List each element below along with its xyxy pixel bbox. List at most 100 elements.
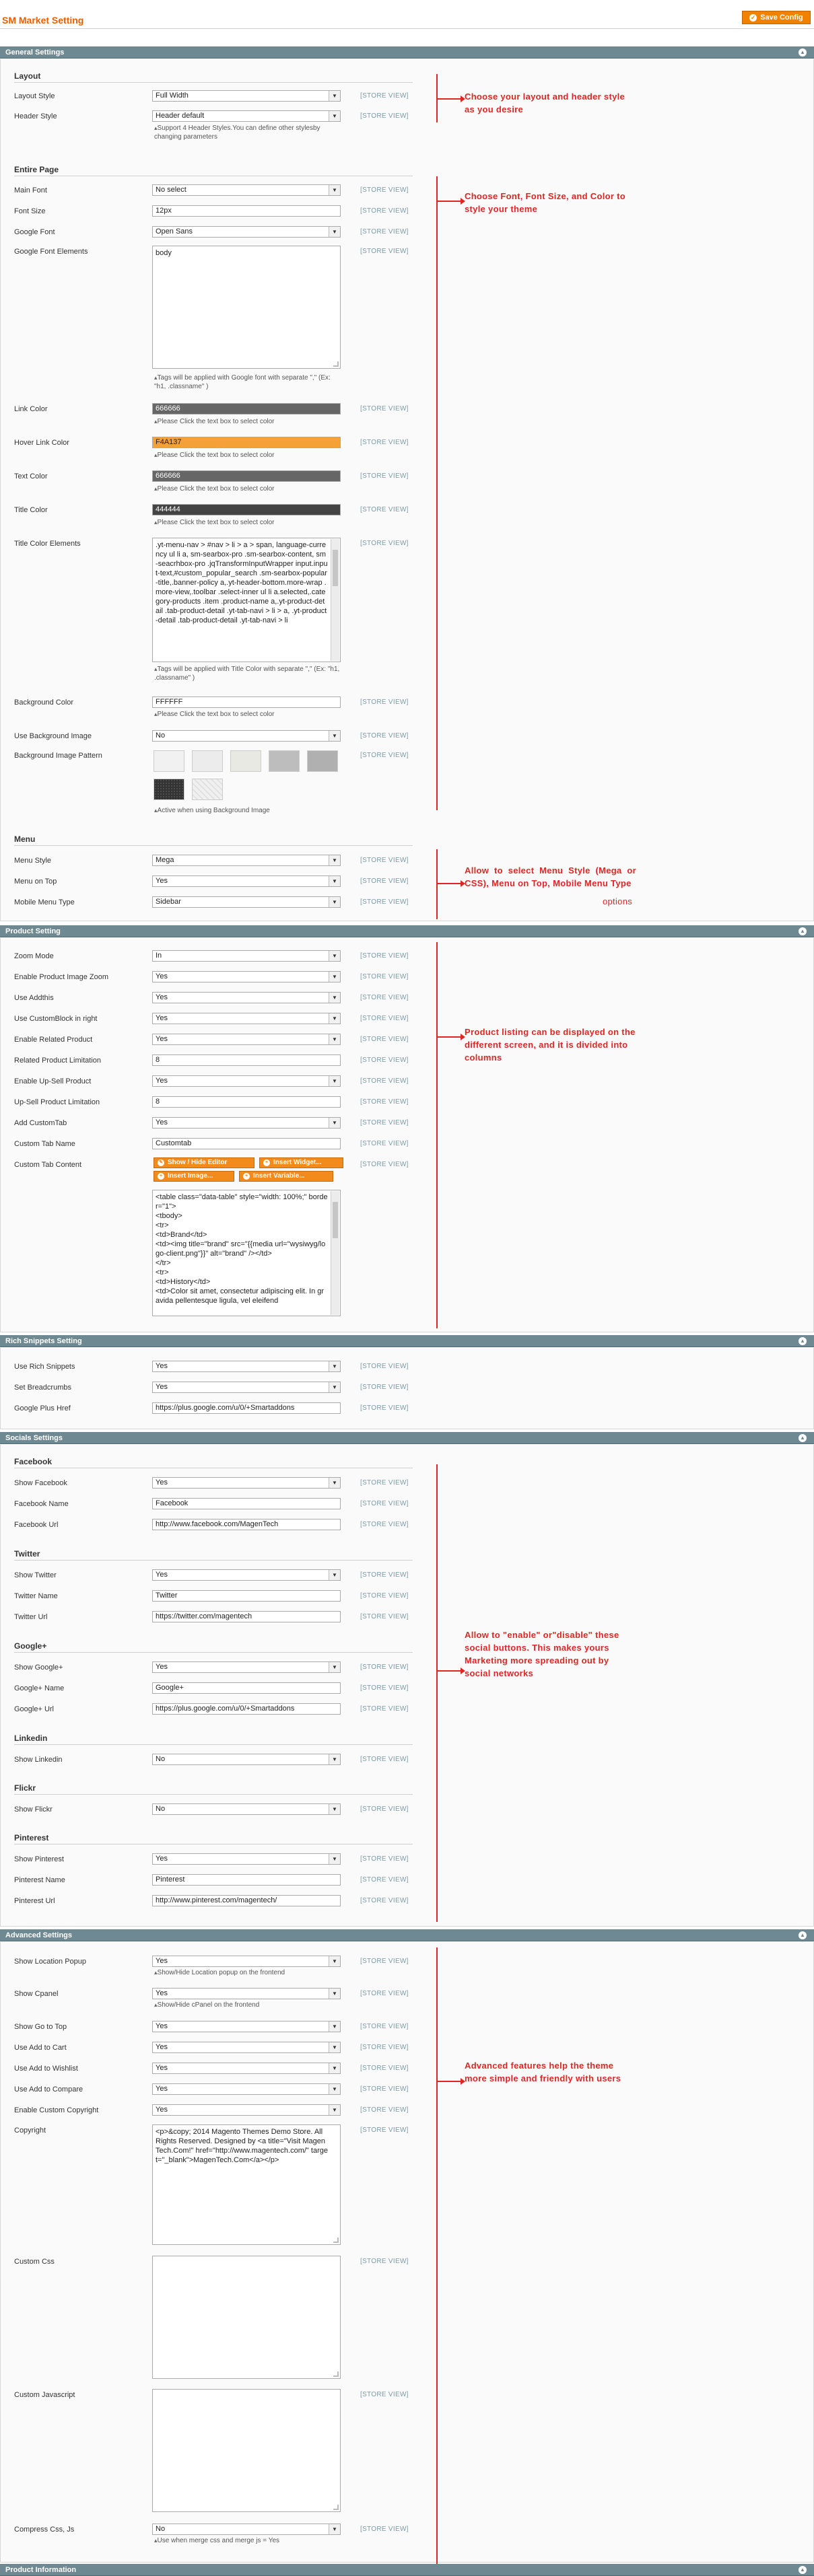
link-color-input[interactable]: 666666 (152, 403, 341, 415)
section-advanced-body (0, 1942, 814, 2563)
show-facebook-select[interactable]: Yes ▼ (152, 1477, 341, 1489)
pattern-swatch[interactable] (192, 779, 223, 800)
header-style-select[interactable]: Header default ▼ (152, 110, 341, 122)
pinterest-url-label: Pinterest Url (14, 1897, 55, 1905)
related-product-select[interactable]: Yes ▼ (152, 1034, 341, 1045)
section-socials-header[interactable]: Socials Settings ▲ (0, 1432, 814, 1444)
custom-block-select[interactable]: Yes ▼ (152, 1013, 341, 1024)
insert-variable-button[interactable]: + Insert Variable... (239, 1171, 333, 1182)
google-font-elements-textarea[interactable]: body (152, 246, 341, 369)
menu-style-label: Menu Style (14, 857, 52, 865)
layout-style-select[interactable]: Full Width ▼ (152, 90, 341, 102)
facebook-url-input[interactable]: http://www.facebook.com/MagenTech (152, 1519, 341, 1530)
pattern-swatch[interactable] (307, 750, 338, 772)
main-font-select[interactable]: No select ▼ (152, 184, 341, 196)
custom-copyright-select[interactable]: Yes ▼ (152, 2104, 341, 2116)
custom-css-textarea[interactable] (152, 2256, 341, 2379)
pattern-swatch[interactable] (154, 779, 184, 800)
insert-widget-button[interactable]: + Insert Widget... (259, 1157, 343, 1168)
googleplus-url-input[interactable]: https://plus.google.com/u/0/+Smartaddons (152, 1703, 341, 1715)
section-rich-header[interactable]: Rich Snippets Setting ▲ (0, 1335, 814, 1347)
annotation-line (436, 942, 438, 1328)
resize-grip[interactable] (333, 2371, 339, 2377)
mobile-menu-type-select[interactable]: Sidebar ▼ (152, 896, 341, 908)
section-product-header[interactable]: Product Setting ▲ (0, 925, 814, 937)
collapse-icon[interactable]: ▲ (799, 1434, 807, 1442)
twitter-url-input[interactable]: https://twitter.com/magentech (152, 1611, 341, 1622)
use-background-image-select[interactable]: No ▼ (152, 730, 341, 742)
show-twitter-select[interactable]: Yes ▼ (152, 1569, 341, 1581)
googleplus-name-input[interactable]: Google+ (152, 1682, 341, 1694)
hover-link-color-input[interactable]: F4A137 (152, 437, 341, 448)
collapse-icon[interactable]: ▲ (799, 927, 807, 935)
save-config-button[interactable]: ✓ Save Config (742, 11, 811, 24)
collapse-icon[interactable]: ▲ (799, 48, 807, 57)
show-googleplus-select[interactable]: Yes ▼ (152, 1661, 341, 1673)
pinterest-name-input[interactable]: Pinterest (152, 1874, 341, 1886)
show-pinterest-select[interactable]: Yes ▼ (152, 1853, 341, 1865)
add-customtab-select[interactable]: Yes ▼ (152, 1117, 341, 1129)
go-to-top-label: Show Go to Top (14, 2023, 67, 2031)
scrollbar[interactable] (331, 1191, 339, 1315)
font-size-input[interactable]: 12px (152, 205, 341, 217)
scope-label: [STORE VIEW] (360, 1990, 409, 1997)
go-to-top-select[interactable]: Yes ▼ (152, 2021, 341, 2032)
pattern-swatch[interactable] (154, 750, 184, 772)
collapse-icon[interactable]: ▲ (799, 1931, 807, 1939)
twitter-name-input[interactable]: Twitter (152, 1590, 341, 1602)
upsell-select[interactable]: Yes ▼ (152, 1075, 341, 1087)
custom-tab-name-input[interactable]: Customtab (152, 1138, 341, 1149)
resize-grip[interactable] (333, 2505, 339, 2510)
show-linkedin-select[interactable]: No ▼ (152, 1754, 341, 1765)
zoom-mode-select[interactable]: In ▼ (152, 950, 341, 962)
google-font-select[interactable]: Open Sans ▼ (152, 226, 341, 238)
location-popup-select[interactable]: Yes ▼ (152, 1956, 341, 1967)
section-advanced-header[interactable]: Advanced Settings ▲ (0, 1929, 814, 1941)
title-color-input[interactable]: 444444 (152, 504, 341, 515)
rich-snippets-select[interactable]: Yes ▼ (152, 1361, 341, 1372)
scrollbar-thumb[interactable] (333, 1202, 338, 1238)
insert-image-button[interactable]: + Insert Image... (154, 1171, 234, 1182)
scope-label: [STORE VIEW] (360, 752, 409, 759)
collapse-icon[interactable]: ▲ (799, 2566, 807, 2574)
facebook-name-input[interactable]: Facebook (152, 1498, 341, 1509)
compress-select[interactable]: No ▼ (152, 2524, 341, 2535)
resize-grip[interactable] (333, 361, 339, 367)
section-general-header[interactable]: General Settings ▲ (0, 46, 814, 59)
menu-style-select[interactable]: Mega ▼ (152, 855, 341, 866)
related-limit-input[interactable]: 8 (152, 1054, 341, 1066)
chevron-down-icon: ▼ (329, 2042, 340, 2052)
pattern-swatch[interactable] (230, 750, 261, 772)
menu-on-top-select[interactable]: Yes ▼ (152, 875, 341, 887)
add-to-wishlist-select[interactable]: Yes ▼ (152, 2063, 341, 2074)
scope-label: [STORE VIEW] (360, 1404, 409, 1412)
pattern-swatch[interactable] (192, 750, 223, 772)
custom-tab-content-textarea[interactable]: <table class="data-table" style="width: … (152, 1190, 341, 1316)
show-hide-editor-button[interactable]: ✎ Show / Hide Editor (154, 1157, 255, 1168)
scope-label: [STORE VIEW] (360, 2085, 409, 2093)
scrollbar[interactable] (331, 539, 339, 661)
facebook-url-label: Facebook Url (14, 1521, 59, 1529)
cpanel-select[interactable]: Yes ▼ (152, 1988, 341, 1999)
breadcrumbs-select[interactable]: Yes ▼ (152, 1382, 341, 1393)
upsell-limit-input[interactable]: 8 (152, 1096, 341, 1108)
add-to-cart-select[interactable]: Yes ▼ (152, 2042, 341, 2053)
pattern-swatch[interactable] (269, 750, 300, 772)
addthis-select[interactable]: Yes ▼ (152, 992, 341, 1003)
title-color-elements-textarea[interactable]: .yt-menu-nav > #nav > li > a > span, lan… (152, 538, 341, 662)
collapse-icon[interactable]: ▲ (799, 1337, 807, 1345)
chevron-down-icon: ▼ (329, 855, 340, 865)
google-plus-href-input[interactable]: https://plus.google.com/u/0/+Smartaddons (152, 1402, 341, 1414)
scope-label: [STORE VIEW] (360, 92, 409, 100)
custom-javascript-textarea[interactable] (152, 2389, 341, 2512)
image-zoom-select[interactable]: Yes ▼ (152, 971, 341, 982)
scrollbar-thumb[interactable] (333, 550, 338, 586)
add-to-compare-select[interactable]: Yes ▼ (152, 2083, 341, 2095)
pinterest-url-input[interactable]: http://www.pinterest.com/magentech/ (152, 1895, 341, 1906)
resize-grip[interactable] (333, 2238, 339, 2243)
text-color-input[interactable]: 666666 (152, 470, 341, 482)
background-color-input[interactable]: FFFFFF (152, 696, 341, 708)
copyright-textarea[interactable]: <p>&copy; 2014 Magento Themes Demo Store… (152, 2124, 341, 2245)
section-info-header[interactable]: Product Information ▲ (0, 2564, 814, 2576)
show-flickr-select[interactable]: No ▼ (152, 1803, 341, 1815)
